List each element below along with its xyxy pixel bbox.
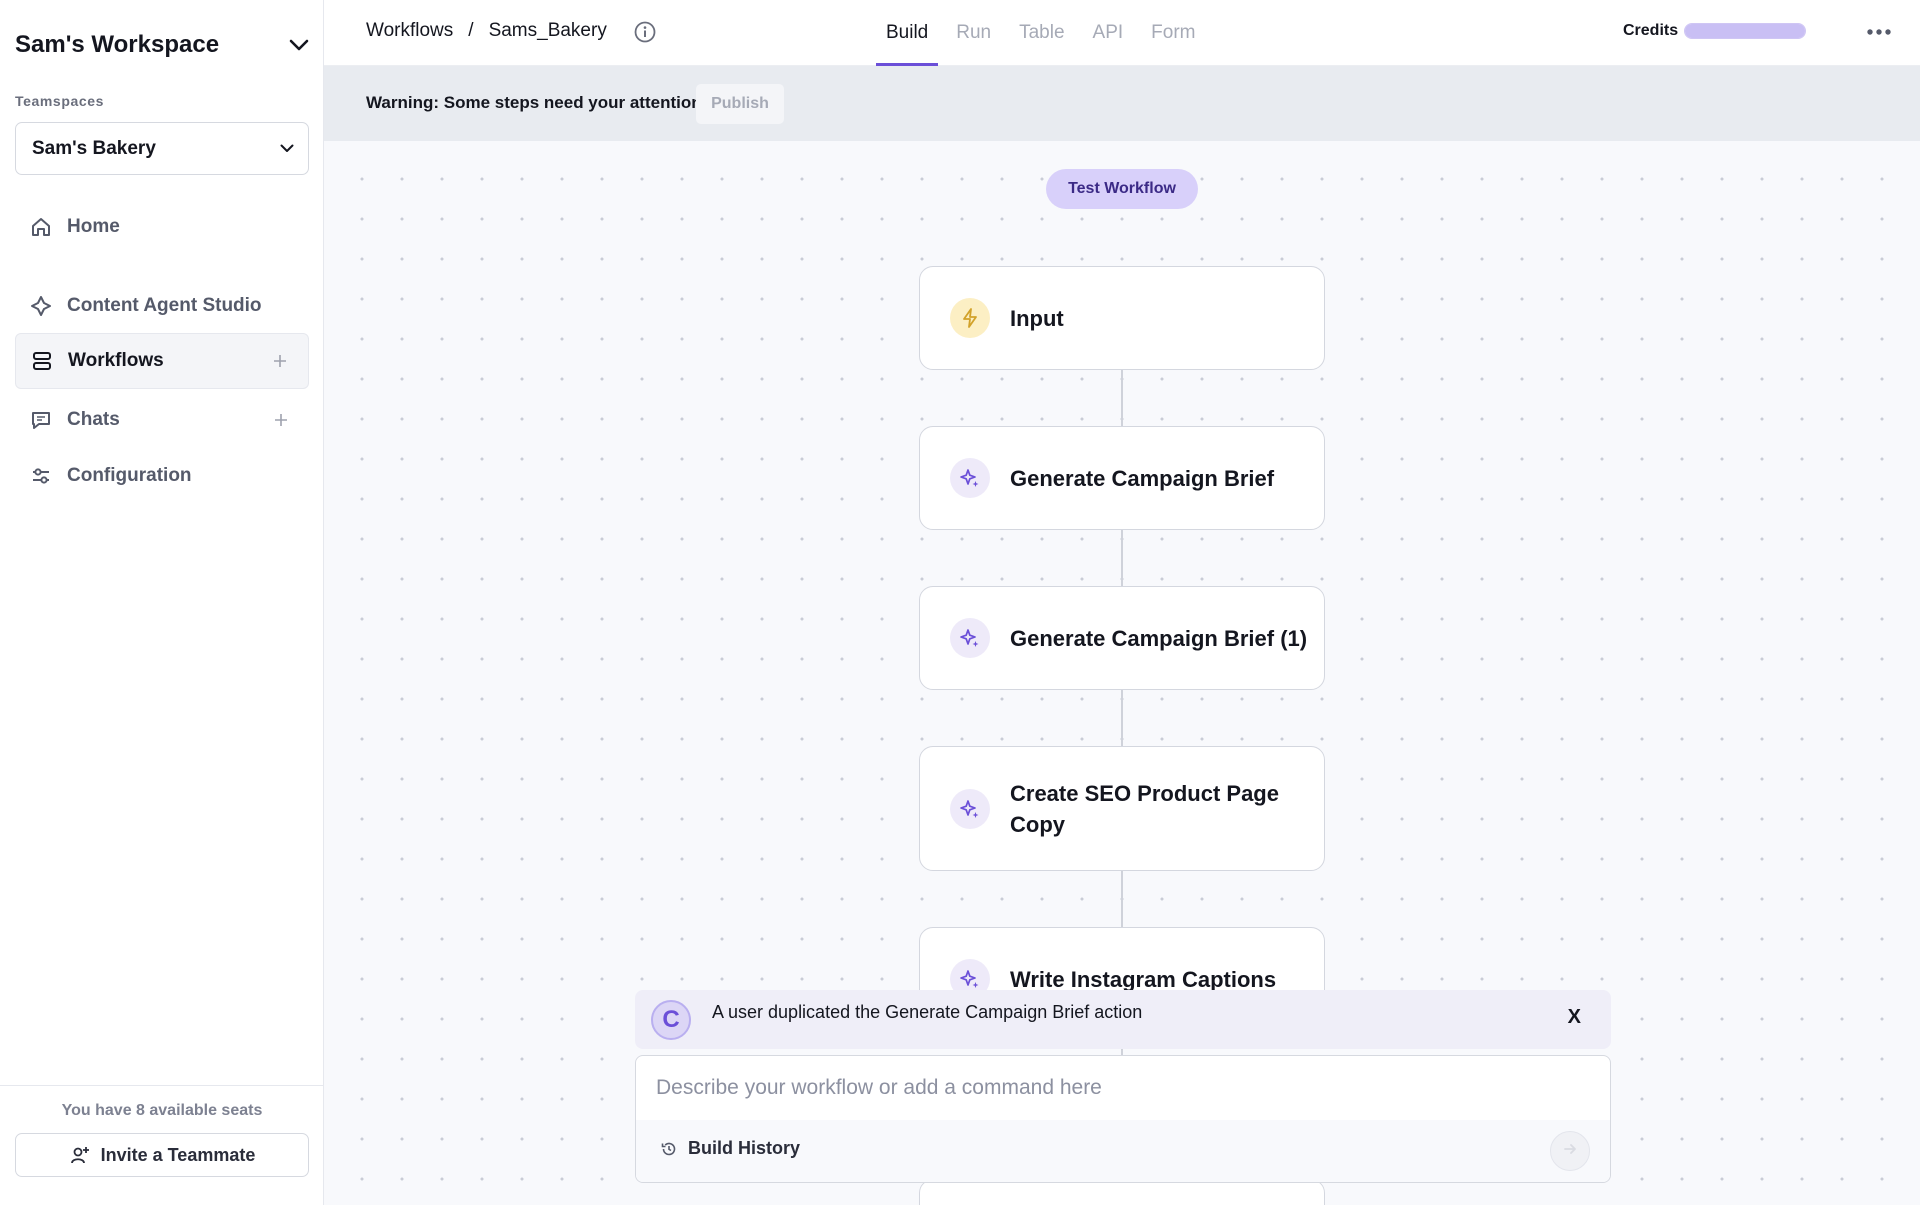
home-icon [29, 215, 53, 239]
tab-form[interactable]: Form [1141, 0, 1205, 66]
node-connector [1121, 688, 1123, 747]
agent-icon [29, 294, 53, 318]
tab-table[interactable]: Table [1009, 0, 1074, 66]
workflow-node-generate-campaign-brief-1[interactable]: Generate Campaign Brief (1) [919, 586, 1325, 690]
warning-text: Warning: Some steps need your attention [366, 93, 702, 112]
add-workflow-icon[interactable] [272, 353, 288, 369]
sidebar-item-chats[interactable]: Chats [15, 392, 309, 448]
history-icon [660, 1140, 678, 1158]
tab-build[interactable]: Build [876, 0, 939, 66]
sidebar-item-label: Content Agent Studio [67, 295, 262, 316]
command-footer: Build History [636, 1120, 1610, 1182]
breadcrumb-current: Sams_Bakery [488, 20, 607, 41]
sidebar: Sam's Workspace Teamspaces Sam's Bakery … [0, 0, 324, 1205]
workflow-node-generate-campaign-brief[interactable]: Generate Campaign Brief [919, 426, 1325, 530]
credits-meter[interactable]: Credits [1623, 22, 1807, 40]
publish-button[interactable]: Publish [696, 84, 784, 124]
add-user-icon [69, 1144, 91, 1166]
send-button[interactable] [1550, 1131, 1590, 1171]
workflow-canvas[interactable]: Test Workflow Input Generate Campaign Br… [324, 141, 1920, 1205]
sliders-icon [29, 464, 53, 488]
test-workflow-button[interactable]: Test Workflow [1046, 169, 1198, 209]
credits-label: Credits [1623, 22, 1679, 39]
credits-bar-fill [1685, 24, 1806, 38]
sidebar-item-workflows[interactable]: Workflows [15, 333, 309, 389]
workflow-node-input[interactable]: Input [919, 266, 1325, 370]
node-connector [1121, 368, 1123, 427]
warning-bar: Warning: Some steps need your attention … [324, 66, 1920, 141]
node-label: Generate Campaign Brief (1) [1010, 625, 1308, 651]
sparkle-icon [950, 458, 990, 498]
node-label: Create SEO Product Page Copy [1010, 780, 1279, 837]
sidebar-item-label: Configuration [67, 465, 192, 486]
sparkle-icon [950, 618, 990, 658]
chevron-down-icon[interactable] [288, 34, 310, 56]
avatar: C [651, 1000, 691, 1040]
tab-api[interactable]: API [1083, 0, 1134, 66]
node-label: Generate Campaign Brief [1010, 465, 1275, 491]
teamspace-selected: Sam's Bakery [32, 137, 156, 159]
chevron-down-icon [280, 140, 294, 158]
sidebar-item-label: Home [67, 216, 120, 237]
breadcrumb-separator: / [468, 20, 474, 41]
build-history-label: Build History [688, 1138, 801, 1158]
invite-teammate-button[interactable]: Invite a Teammate [15, 1133, 309, 1177]
workspace-switcher[interactable]: Sam's Workspace [15, 28, 310, 62]
breadcrumb-workflows[interactable]: Workflows [366, 20, 453, 42]
add-chat-icon[interactable] [273, 412, 289, 428]
sidebar-item-home[interactable]: Home [15, 199, 309, 255]
notification-message: A user duplicated the Generate Campaign … [712, 1002, 1143, 1022]
node-connector [1121, 528, 1123, 587]
tab-run[interactable]: Run [946, 0, 1001, 66]
sparkle-icon [950, 788, 990, 829]
command-box: Build History [635, 1055, 1611, 1183]
activity-notification: C A user duplicated the Generate Campaig… [635, 990, 1611, 1049]
build-history-button[interactable]: Build History [660, 1138, 800, 1159]
send-icon [1562, 1141, 1578, 1162]
sidebar-item-label: Chats [67, 409, 120, 430]
teamspaces-label: Teamspaces [15, 93, 105, 109]
credits-bar [1684, 23, 1807, 39]
view-tabs: Build Run Table API Form [876, 0, 1213, 66]
close-notification-button[interactable]: X [1568, 1006, 1581, 1029]
teamspace-select[interactable]: Sam's Bakery [15, 122, 309, 175]
invite-teammate-label: Invite a Teammate [100, 1144, 256, 1165]
top-bar: Workflows / Sams_Bakery Build Run Table … [324, 0, 1920, 66]
workflow-node-create-seo-product-page-copy[interactable]: Create SEO Product Page Copy [919, 746, 1325, 871]
workspace-title: Sam's Workspace [15, 31, 220, 58]
sidebar-item-label: Workflows [68, 350, 164, 371]
sidebar-item-content-agent-studio[interactable]: Content Agent Studio [15, 278, 309, 334]
breadcrumb: Workflows / Sams_Bakery [366, 20, 607, 42]
info-icon[interactable] [633, 20, 657, 44]
chat-icon [29, 408, 53, 432]
available-seats-text: You have 8 available seats [61, 1102, 263, 1119]
more-options-icon[interactable] [1864, 22, 1894, 42]
node-label: Input [1010, 305, 1064, 331]
sidebar-footer: You have 8 available seats Invite a Team… [0, 1085, 324, 1205]
command-input[interactable] [656, 1070, 1576, 1106]
sidebar-item-configuration[interactable]: Configuration [15, 448, 309, 504]
node-connector [1121, 869, 1123, 928]
bolt-icon [950, 298, 990, 338]
workflows-icon [30, 349, 54, 373]
